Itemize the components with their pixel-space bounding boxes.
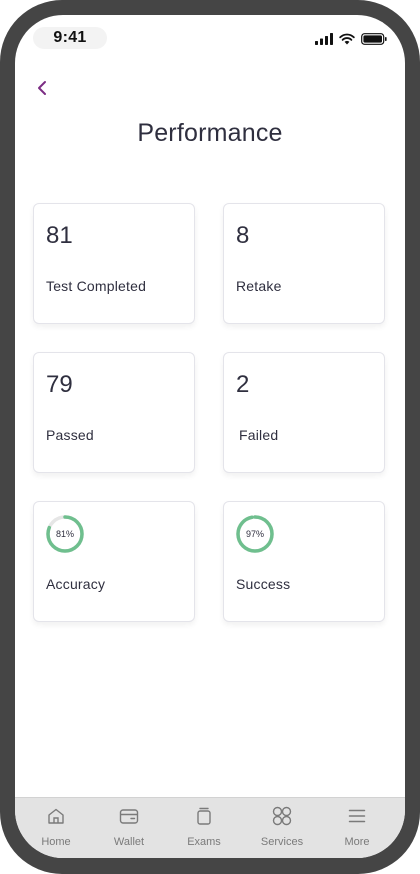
battery-icon xyxy=(361,33,387,45)
progress-card-success[interactable]: 97% Success xyxy=(223,501,385,622)
tab-label: Wallet xyxy=(113,836,145,848)
wifi-icon xyxy=(339,33,355,45)
tab-label: Services xyxy=(260,836,304,848)
tab-services[interactable]: Services xyxy=(243,798,321,858)
tab-label: Exams xyxy=(187,836,221,848)
tab-exams[interactable]: Exams xyxy=(165,798,243,858)
services-icon xyxy=(272,806,292,826)
stat-card-passed[interactable]: 79 Passed xyxy=(33,352,195,473)
tab-more[interactable]: More xyxy=(318,798,396,858)
stat-value: 2 xyxy=(236,371,250,398)
home-icon xyxy=(48,808,64,824)
progress-label: Accuracy xyxy=(46,576,106,592)
stat-value: 8 xyxy=(236,222,250,249)
menu-icon xyxy=(348,809,366,823)
phone-frame: 9:41 Performance 81 Test Completed 8 Ret… xyxy=(0,0,420,874)
stat-value: 81 xyxy=(46,222,73,249)
progress-label: Success xyxy=(236,576,291,592)
tab-wallet[interactable]: Wallet xyxy=(90,798,168,858)
stat-card-retake[interactable]: 8 Retake xyxy=(223,203,385,324)
status-bar: 9:41 xyxy=(15,15,405,63)
stat-label: Passed xyxy=(46,427,94,443)
stat-value: 79 xyxy=(46,371,73,398)
tab-label: More xyxy=(344,836,370,848)
tab-home[interactable]: Home xyxy=(17,798,95,858)
chevron-left-icon xyxy=(38,81,46,95)
status-icons xyxy=(315,32,387,46)
stat-label: Test Completed xyxy=(46,278,147,294)
page-title: Performance xyxy=(137,119,283,147)
screen: 9:41 Performance 81 Test Completed 8 Ret… xyxy=(15,15,405,858)
wallet-icon xyxy=(119,809,139,824)
stat-label: Failed xyxy=(239,427,279,443)
stat-label: Retake xyxy=(236,278,282,294)
progress-percent: 81% xyxy=(55,529,74,539)
signal-icon xyxy=(315,33,333,45)
stat-card-test-completed[interactable]: 81 Test Completed xyxy=(33,203,195,324)
tab-label: Home xyxy=(41,836,71,848)
back-button[interactable] xyxy=(31,77,53,99)
bottom-tab-bar: Home Wallet Exams Services More xyxy=(15,797,405,858)
progress-card-accuracy[interactable]: 81% Accuracy xyxy=(33,501,195,622)
progress-percent: 97% xyxy=(245,529,264,539)
exams-icon xyxy=(197,807,211,825)
stat-card-failed[interactable]: 2 Failed xyxy=(223,352,385,473)
status-time: 9:41 xyxy=(33,27,107,49)
